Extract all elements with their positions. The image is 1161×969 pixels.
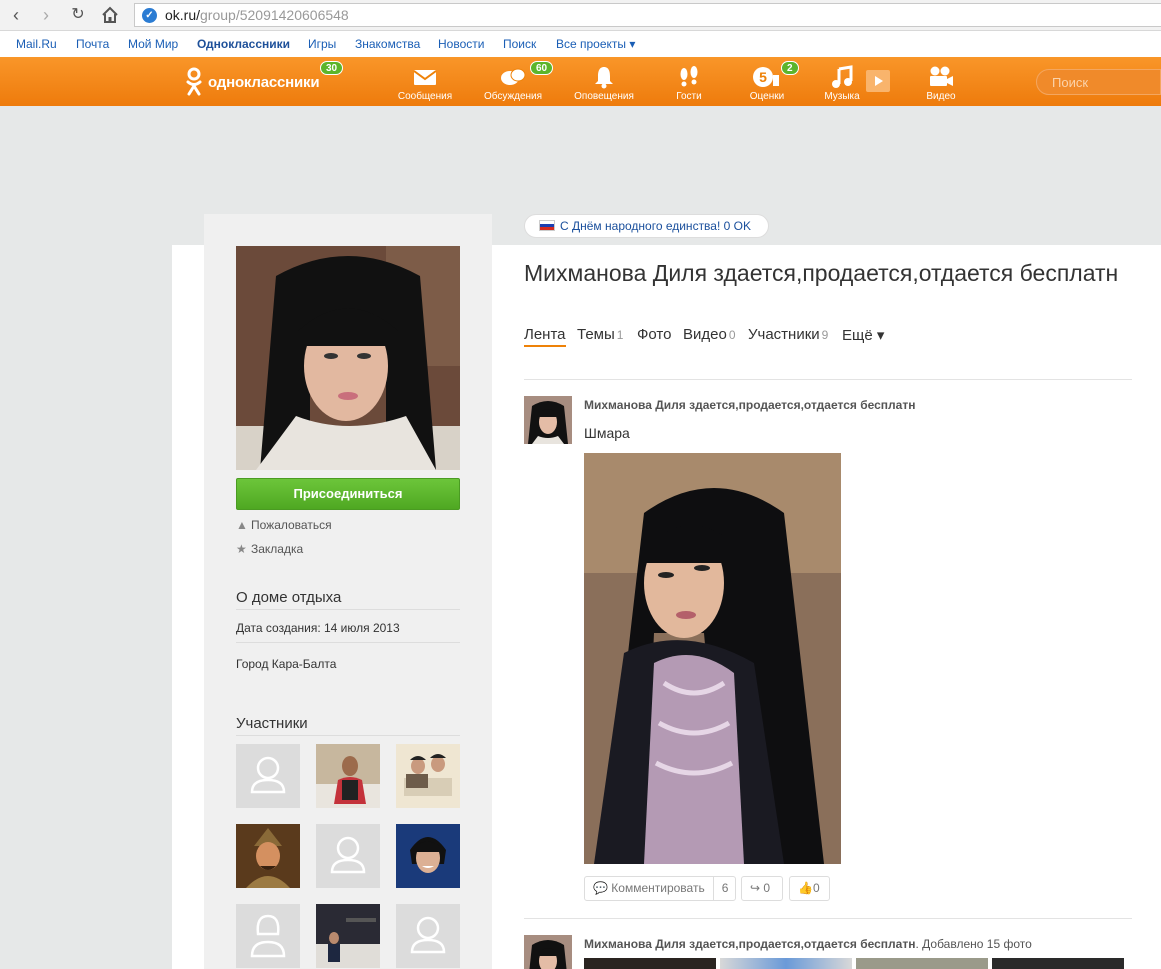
post-author-name[interactable]: Михманова Диля здается,продается,отдаетс… xyxy=(584,398,915,412)
group-avatar[interactable] xyxy=(236,246,460,470)
post-author-name[interactable]: Михманова Диля здается,продается,отдаетс… xyxy=(584,937,1032,951)
member-avatar[interactable] xyxy=(316,824,380,888)
nav-music[interactable]: Музыка xyxy=(822,61,862,105)
member-avatar[interactable] xyxy=(236,824,300,888)
created-date: Дата создания: 14 июля 2013 xyxy=(236,621,460,643)
album-thumbnail[interactable] xyxy=(720,958,852,969)
left-sidebar: Присоединиться ▲ Пожаловаться ★ Закладка О… xyxy=(204,214,492,969)
forward-icon[interactable]: › xyxy=(34,4,58,26)
nav-guests[interactable]: Гости xyxy=(672,61,706,105)
user-placeholder-icon xyxy=(330,836,366,874)
portal-link-dating[interactable]: Знакомства xyxy=(355,37,420,51)
member-avatar[interactable] xyxy=(396,824,460,888)
ok-logo-icon xyxy=(186,67,202,96)
member-avatar[interactable] xyxy=(396,744,460,808)
russia-flag-icon xyxy=(539,220,555,231)
discussions-badge: 60 xyxy=(530,61,554,75)
post-divider xyxy=(524,918,1132,919)
video-camera-icon xyxy=(930,66,953,86)
search-input[interactable] xyxy=(1037,70,1157,90)
svg-text:5: 5 xyxy=(759,69,767,85)
warning-icon: ▲ xyxy=(236,518,248,532)
portal-nav: Mail.Ru Почта Мой Мир Одноклассники Игры… xyxy=(0,31,1161,57)
search-box xyxy=(1036,69,1161,95)
join-button[interactable]: Присоединиться xyxy=(236,478,460,510)
post-author-avatar[interactable] xyxy=(524,396,572,444)
browser-toolbar: ‹ › ↻ ✓ ok.ru/group/52091420606548 xyxy=(0,0,1161,31)
like-button[interactable]: 👍0 xyxy=(789,876,830,901)
post-author-avatar[interactable] xyxy=(524,935,572,969)
share-button[interactable]: ↪ 0 xyxy=(741,876,783,901)
share-icon: ↪ xyxy=(750,881,761,895)
user-placeholder-icon xyxy=(250,756,286,794)
tab-more[interactable]: Ещё ▾ xyxy=(842,326,884,344)
tab-topics[interactable]: Темы 1 xyxy=(577,326,623,343)
home-icon[interactable] xyxy=(98,4,122,26)
tab-photos[interactable]: Фото xyxy=(637,326,671,343)
star-icon: ★ xyxy=(236,542,247,556)
members-heading[interactable]: Участники xyxy=(236,715,460,736)
holiday-badge[interactable]: С Днём народного единства! 0 OK xyxy=(524,214,769,238)
complain-link[interactable]: ▲ Пожаловаться xyxy=(236,518,332,532)
portal-link-search[interactable]: Поиск xyxy=(503,37,536,51)
play-icon[interactable] xyxy=(866,70,890,92)
album-thumbnail[interactable] xyxy=(856,958,988,969)
member-avatar[interactable] xyxy=(316,904,380,968)
portal-link-myworld[interactable]: Мой Мир xyxy=(128,37,178,51)
comment-icon: 💬 xyxy=(593,881,608,895)
portal-link-mailru[interactable]: Mail.Ru xyxy=(16,37,57,51)
music-icon xyxy=(832,65,853,88)
comment-count: 6 xyxy=(721,881,729,895)
post-photo[interactable] xyxy=(584,453,841,864)
member-avatar[interactable] xyxy=(236,904,300,968)
comment-button[interactable]: 💬 Комментировать 6 xyxy=(584,876,736,901)
member-avatar[interactable] xyxy=(236,744,300,808)
footprints-icon xyxy=(680,66,698,87)
tab-members[interactable]: Участники 9 xyxy=(748,326,828,343)
reload-icon[interactable]: ↻ xyxy=(66,4,90,26)
chat-icon xyxy=(501,68,526,85)
tab-feed[interactable]: Лента xyxy=(524,326,566,347)
ok-header: одноклассники 30 Сообщения Обсуждения 60… xyxy=(0,57,1161,106)
member-avatar[interactable] xyxy=(316,744,380,808)
city-info: Город Кара-Балта xyxy=(236,657,337,671)
logo-badge: 30 xyxy=(320,61,344,75)
member-avatar[interactable] xyxy=(396,904,460,968)
ratings-badge: 2 xyxy=(781,61,799,75)
post-text: Шмара xyxy=(584,425,630,441)
tab-videos[interactable]: Видео 0 xyxy=(683,326,736,343)
album-thumbnail[interactable] xyxy=(992,958,1124,969)
url-text: ok.ru/group/52091420606548 xyxy=(165,7,349,23)
bookmark-link[interactable]: ★ Закладка xyxy=(236,542,303,556)
rating-icon: 5 xyxy=(753,67,779,87)
user-placeholder-icon xyxy=(410,916,446,954)
portal-link-games[interactable]: Игры xyxy=(308,37,336,51)
portal-link-ok[interactable]: Одноклассники xyxy=(197,37,290,51)
group-title: Михманова Диля здается,продается,отдаетс… xyxy=(524,260,1119,286)
secure-check-icon: ✓ xyxy=(142,8,157,23)
portal-link-all-projects[interactable]: Все проекты ▾ xyxy=(556,37,635,51)
portal-link-news[interactable]: Новости xyxy=(438,37,484,51)
album-thumbnail[interactable] xyxy=(584,958,716,969)
nav-notifications[interactable]: Оповещения xyxy=(573,61,635,105)
address-bar[interactable]: ✓ ok.ru/group/52091420606548 xyxy=(134,3,1161,27)
envelope-icon xyxy=(413,70,437,85)
user-placeholder-female-icon xyxy=(250,914,286,958)
feed-divider xyxy=(524,379,1132,380)
back-icon[interactable]: ‹ xyxy=(4,4,28,26)
bell-icon xyxy=(595,67,613,89)
portal-link-mail[interactable]: Почта xyxy=(76,37,109,51)
about-heading: О доме отдыха xyxy=(236,589,460,610)
nav-messages[interactable]: Сообщения xyxy=(397,61,453,105)
thumbs-up-icon: 👍 xyxy=(798,881,813,895)
nav-video[interactable]: Видео xyxy=(924,61,958,105)
